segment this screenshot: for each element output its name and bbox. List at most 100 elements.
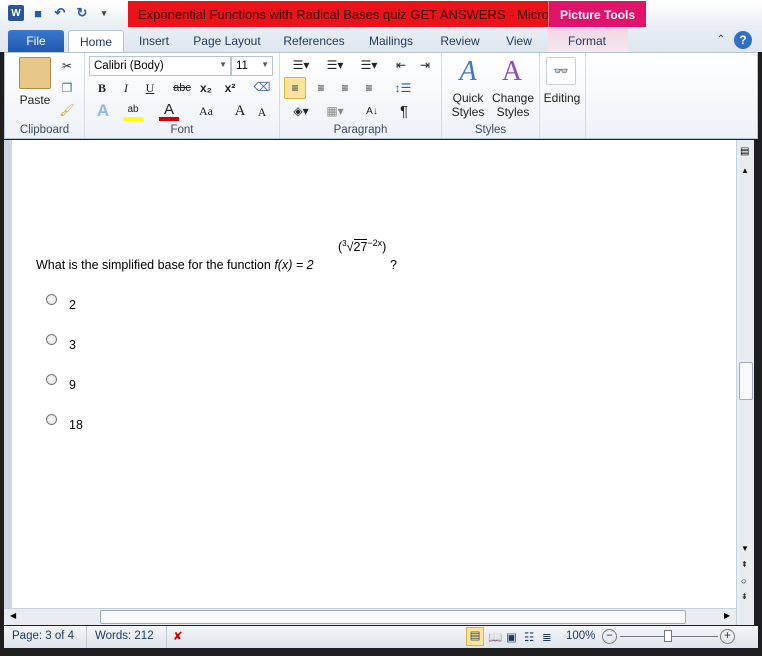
horizontal-scroll-thumb[interactable] — [100, 610, 686, 624]
radio-button[interactable] — [46, 334, 57, 345]
font-label: Font — [170, 124, 194, 136]
answer-option[interactable]: 2 — [46, 294, 76, 312]
tab-view[interactable]: View — [498, 30, 540, 52]
minimize-ribbon-icon[interactable]: ⌃ — [714, 30, 728, 52]
next-page-icon[interactable]: ⇟ — [741, 592, 748, 601]
highlight-icon[interactable]: ab — [123, 101, 143, 121]
grow-font-button[interactable]: A — [231, 101, 249, 121]
zoom-level[interactable]: 100% — [566, 630, 595, 642]
find-binoculars-icon[interactable]: 👓 — [546, 57, 576, 85]
paste-button[interactable]: Paste — [15, 93, 55, 107]
tab-mailings[interactable]: Mailings — [362, 30, 420, 52]
underline-button[interactable]: U — [141, 79, 159, 97]
align-left-button[interactable]: ≡ — [284, 77, 306, 99]
outline-view-icon[interactable]: ☷ — [524, 630, 534, 644]
answer-option[interactable]: 18 — [46, 414, 83, 432]
change-case-button[interactable]: Aa — [193, 101, 219, 121]
zoom-out-button[interactable]: − — [602, 629, 617, 644]
strikethrough-button[interactable]: abc — [171, 79, 193, 97]
customize-qat-icon[interactable]: ▾ — [96, 5, 112, 21]
select-browse-object-icon[interactable]: ○ — [741, 576, 746, 586]
bullets-icon[interactable]: ☰▾ — [286, 55, 316, 75]
text-effects-icon[interactable]: A — [93, 101, 113, 121]
font-name-combo[interactable]: Calibri (Body) ▼ — [89, 56, 231, 76]
previous-page-icon[interactable]: ⇞ — [741, 560, 748, 569]
justify-button[interactable]: ≡ — [358, 77, 380, 99]
subscript-button[interactable]: x₂ — [197, 79, 215, 97]
shrink-font-button[interactable]: A — [253, 103, 271, 121]
tab-home[interactable]: Home — [68, 30, 124, 52]
font-color-icon[interactable]: A — [159, 101, 179, 121]
answer-option[interactable]: 3 — [46, 334, 76, 352]
increase-indent-icon[interactable]: ⇥ — [416, 55, 434, 75]
tab-references[interactable]: References — [278, 30, 350, 52]
italic-button[interactable]: I — [117, 79, 135, 97]
borders-icon[interactable]: ▦▾ — [320, 101, 350, 121]
undo-icon[interactable]: ↶ — [52, 5, 68, 21]
quick-access-toolbar: W ■ ↶ ↻ ▾ — [8, 5, 112, 21]
paste-icon[interactable] — [19, 57, 51, 89]
quick-styles-label-2[interactable]: Styles — [446, 105, 490, 119]
ribbon-tabs: File Home Insert Page Layout References … — [0, 28, 762, 52]
help-icon[interactable]: ? — [734, 31, 752, 49]
format-painter-icon[interactable]: 🖌 — [57, 101, 77, 119]
scroll-left-icon[interactable]: ◀ — [10, 611, 16, 620]
vertical-scrollbar[interactable]: ▤ ▲ ▼ ⇞ ○ ⇟ — [736, 140, 754, 625]
quick-styles-label[interactable]: Quick — [446, 91, 490, 105]
scroll-right-icon[interactable]: ▶ — [724, 611, 730, 620]
print-layout-view-icon[interactable]: ▤ — [466, 627, 484, 646]
proofing-error-icon[interactable]: ✘ — [166, 626, 183, 648]
multilevel-list-icon[interactable]: ☰▾ — [354, 55, 384, 75]
cut-icon[interactable]: ✂ — [57, 57, 77, 75]
sort-icon[interactable]: A↓ — [362, 101, 382, 121]
font-size-value: 11 — [236, 60, 248, 72]
zoom-in-button[interactable]: + — [720, 629, 735, 644]
vertical-scroll-thumb[interactable] — [739, 362, 753, 400]
bold-button[interactable]: B — [93, 79, 111, 97]
paragraph-label: Paragraph — [333, 124, 388, 136]
radio-button[interactable] — [46, 374, 57, 385]
word-app-icon[interactable]: W — [8, 5, 24, 21]
editing-group: 👓 Editing — [540, 53, 586, 138]
numbering-icon[interactable]: ☰▾ — [320, 55, 350, 75]
scroll-down-icon[interactable]: ▼ — [741, 544, 749, 553]
font-size-combo[interactable]: 11 ▼ — [231, 56, 273, 76]
quick-styles-icon[interactable]: A — [450, 55, 486, 89]
page-count[interactable]: Page: 3 of 4 — [12, 630, 74, 642]
copy-icon[interactable]: ❐ — [57, 79, 77, 97]
document-page[interactable]: What is the simplified base for the func… — [4, 140, 736, 608]
radio-button[interactable] — [46, 294, 57, 305]
decrease-indent-icon[interactable]: ⇤ — [392, 55, 410, 75]
line-spacing-icon[interactable]: ↕☰ — [388, 77, 418, 99]
full-screen-reading-icon[interactable]: 📖 — [488, 630, 502, 644]
radicand-power: −2x — [367, 238, 383, 248]
tab-page-layout[interactable]: Page Layout — [188, 30, 266, 52]
save-icon[interactable]: ■ — [30, 5, 46, 21]
horizontal-scrollbar[interactable]: ◀ ▶ — [4, 608, 736, 625]
font-name-value: Calibri (Body) — [94, 60, 164, 72]
answer-option[interactable]: 9 — [46, 374, 76, 392]
shading-icon[interactable]: ◈▾ — [286, 101, 316, 121]
word-count[interactable]: Words: 212 — [86, 626, 154, 648]
change-styles-label-2[interactable]: Styles — [490, 105, 536, 119]
align-center-button[interactable]: ≡ — [310, 77, 332, 99]
zoom-slider-thumb[interactable] — [664, 630, 672, 642]
tab-review[interactable]: Review — [434, 30, 486, 52]
redo-icon[interactable]: ↻ — [74, 5, 90, 21]
clear-formatting-icon[interactable]: ⌫ — [251, 77, 273, 97]
show-formatting-button[interactable]: ¶ — [394, 101, 414, 121]
web-layout-icon[interactable]: ▣ — [506, 630, 517, 644]
superscript-button[interactable]: x² — [221, 79, 239, 97]
draft-view-icon[interactable]: ≣ — [542, 630, 552, 644]
ruler-toggle-icon[interactable]: ▤ — [740, 146, 749, 157]
tab-format[interactable]: Format — [556, 30, 618, 52]
change-styles-icon[interactable]: A — [494, 55, 530, 89]
change-styles-label[interactable]: Change — [490, 91, 536, 105]
tab-file[interactable]: File — [8, 30, 64, 52]
scroll-up-icon[interactable]: ▲ — [741, 166, 749, 175]
radio-button[interactable] — [46, 414, 57, 425]
editing-button[interactable]: Editing — [540, 91, 584, 105]
tab-insert[interactable]: Insert — [132, 30, 176, 52]
align-right-button[interactable]: ≡ — [334, 77, 356, 99]
clipboard-label: Clipboard — [19, 124, 70, 136]
